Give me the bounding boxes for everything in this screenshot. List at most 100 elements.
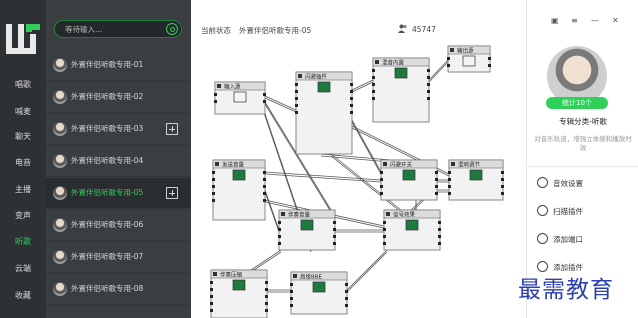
plugin-module[interactable]: 伴奏压缩 xyxy=(210,269,268,318)
nav-item-0[interactable]: 唱歌 xyxy=(0,74,46,96)
output-pin[interactable] xyxy=(350,97,353,100)
menu-icon[interactable]: ≡ xyxy=(571,16,578,25)
nav-item-3[interactable]: 电音 xyxy=(0,152,46,174)
input-pin[interactable] xyxy=(380,171,383,174)
preset-item[interactable]: 外置伴侣听歌专用-02 xyxy=(46,82,191,113)
output-pin[interactable] xyxy=(345,304,348,307)
output-pin[interactable] xyxy=(350,104,353,107)
scan-plugins-button[interactable]: 扫描插件 xyxy=(527,196,638,226)
plugin-module[interactable]: 混音内置 xyxy=(372,57,430,123)
nav-item-2[interactable]: 聊天 xyxy=(0,126,46,148)
input-pin[interactable] xyxy=(214,93,217,96)
nav-item-5[interactable]: 变声 xyxy=(0,205,46,227)
output-pin[interactable] xyxy=(438,228,441,231)
output-pin[interactable] xyxy=(488,64,491,67)
input-pin[interactable] xyxy=(212,171,215,174)
output-pin[interactable] xyxy=(265,288,268,291)
input-pin[interactable] xyxy=(278,221,281,224)
input-pin[interactable] xyxy=(372,83,375,86)
output-pin[interactable] xyxy=(345,283,348,286)
input-pin[interactable] xyxy=(295,111,298,114)
search-icon[interactable] xyxy=(166,23,178,35)
output-pin[interactable] xyxy=(345,297,348,300)
plugin-module[interactable]: 闪避开关 xyxy=(380,159,438,201)
input-pin[interactable] xyxy=(295,97,298,100)
sound-settings-button[interactable]: 音效设置 xyxy=(527,168,638,198)
output-pin[interactable] xyxy=(265,309,268,312)
routing-canvas[interactable]: 输入源 闪避插件 混音内置 输出源 发送音量 闪避开关 混响调节 伴奏音量 信号效果 伴奏压缩 高级… xyxy=(191,40,526,318)
output-pin[interactable] xyxy=(350,111,353,114)
input-pin[interactable] xyxy=(295,83,298,86)
preset-item[interactable]: 外置伴侣听歌专用-03 xyxy=(46,114,191,145)
output-pin[interactable] xyxy=(333,221,336,224)
add-icon[interactable] xyxy=(166,123,178,135)
input-pin[interactable] xyxy=(210,281,213,284)
output-pin[interactable] xyxy=(265,281,268,284)
nav-item-1[interactable]: 喊麦 xyxy=(0,101,46,123)
input-pin[interactable] xyxy=(290,290,293,293)
input-pin[interactable] xyxy=(278,242,281,245)
input-pin[interactable] xyxy=(290,297,293,300)
input-pin[interactable] xyxy=(278,228,281,231)
input-pin[interactable] xyxy=(448,185,451,188)
skin-icon[interactable]: ▣ xyxy=(551,16,559,25)
preset-item[interactable]: 外置伴侣听歌专用-07 xyxy=(46,242,191,273)
input-pin[interactable] xyxy=(372,90,375,93)
preset-item[interactable]: 外置伴侣听歌专用-06 xyxy=(46,210,191,241)
input-pin[interactable] xyxy=(212,178,215,181)
preset-item[interactable]: 外置伴侣听歌专用-08 xyxy=(46,274,191,305)
input-pin[interactable] xyxy=(214,100,217,103)
output-pin[interactable] xyxy=(265,302,268,305)
output-pin[interactable] xyxy=(501,178,504,181)
input-pin[interactable] xyxy=(295,104,298,107)
input-pin[interactable] xyxy=(212,199,215,202)
input-pin[interactable] xyxy=(447,57,450,60)
output-pin[interactable] xyxy=(427,76,430,79)
plugin-module[interactable]: 混响调节 xyxy=(448,159,504,201)
nav-item-8[interactable]: 收藏 xyxy=(0,285,46,307)
output-pin[interactable] xyxy=(263,93,266,96)
output-pin[interactable] xyxy=(435,192,438,195)
minimize-icon[interactable]: — xyxy=(591,16,599,25)
output-pin[interactable] xyxy=(333,228,336,231)
preset-item[interactable]: 外置伴侣听歌专用-05 xyxy=(46,178,191,209)
output-pin[interactable] xyxy=(263,185,266,188)
output-pin[interactable] xyxy=(263,178,266,181)
plugin-module[interactable]: 输出源 xyxy=(447,45,491,73)
search-input[interactable]: 等待输入... xyxy=(54,20,182,38)
output-pin[interactable] xyxy=(435,178,438,181)
output-pin[interactable] xyxy=(333,242,336,245)
input-pin[interactable] xyxy=(380,192,383,195)
output-pin[interactable] xyxy=(438,235,441,238)
input-pin[interactable] xyxy=(290,304,293,307)
input-pin[interactable] xyxy=(210,302,213,305)
nav-item-6[interactable]: 听歌 xyxy=(0,231,46,253)
plugin-module[interactable]: 信号效果 xyxy=(383,209,441,251)
output-pin[interactable] xyxy=(350,90,353,93)
plugin-module[interactable]: 高级BBE xyxy=(290,271,348,315)
input-pin[interactable] xyxy=(380,185,383,188)
nav-item-4[interactable]: 主播 xyxy=(0,179,46,201)
add-port-button[interactable]: 添加端口 xyxy=(527,224,638,254)
output-pin[interactable] xyxy=(350,83,353,86)
input-pin[interactable] xyxy=(212,185,215,188)
input-pin[interactable] xyxy=(383,242,386,245)
input-pin[interactable] xyxy=(383,235,386,238)
input-pin[interactable] xyxy=(448,171,451,174)
output-pin[interactable] xyxy=(488,57,491,60)
output-pin[interactable] xyxy=(333,235,336,238)
input-pin[interactable] xyxy=(210,295,213,298)
output-pin[interactable] xyxy=(438,242,441,245)
output-pin[interactable] xyxy=(427,90,430,93)
input-pin[interactable] xyxy=(383,228,386,231)
output-pin[interactable] xyxy=(501,185,504,188)
output-pin[interactable] xyxy=(427,97,430,100)
output-pin[interactable] xyxy=(263,199,266,202)
input-pin[interactable] xyxy=(372,76,375,79)
input-pin[interactable] xyxy=(210,288,213,291)
output-pin[interactable] xyxy=(435,185,438,188)
close-icon[interactable]: ✕ xyxy=(612,16,619,25)
input-pin[interactable] xyxy=(447,64,450,67)
input-pin[interactable] xyxy=(448,178,451,181)
output-pin[interactable] xyxy=(438,221,441,224)
